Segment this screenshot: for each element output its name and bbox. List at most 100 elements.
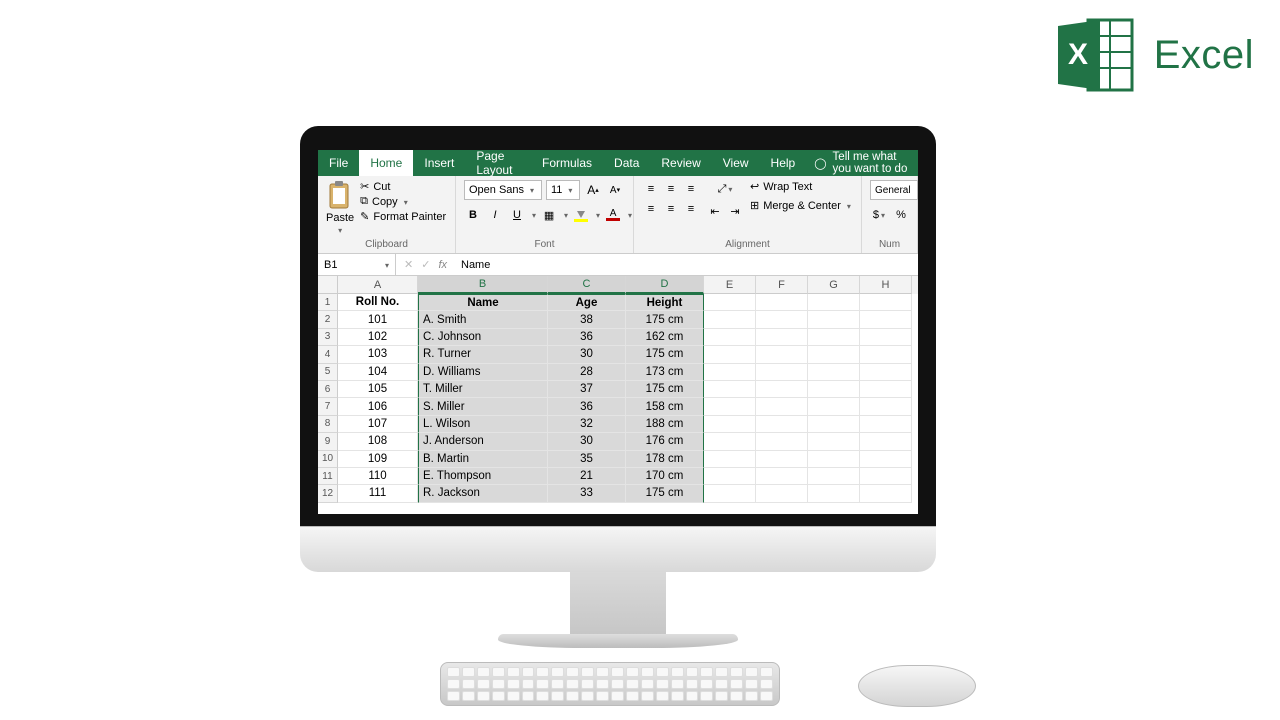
row-header[interactable]: 6 (318, 381, 338, 398)
formula-input[interactable]: Name (455, 259, 496, 271)
align-center-button[interactable]: ≡ (662, 200, 680, 218)
decrease-indent-button[interactable]: ⇤ (706, 202, 724, 220)
cell[interactable]: 102 (338, 329, 418, 346)
col-header-F[interactable]: F (756, 276, 808, 294)
cell[interactable]: 108 (338, 433, 418, 450)
cell[interactable] (756, 398, 808, 415)
cell[interactable]: Height (626, 294, 704, 311)
cell[interactable]: C. Johnson (418, 329, 548, 346)
cell[interactable]: R. Jackson (418, 485, 548, 502)
cell[interactable] (704, 468, 756, 485)
cell[interactable]: 38 (548, 311, 626, 328)
cell[interactable] (860, 398, 912, 415)
cell[interactable] (860, 433, 912, 450)
cell[interactable] (756, 451, 808, 468)
cell[interactable]: E. Thompson (418, 468, 548, 485)
cell[interactable] (756, 364, 808, 381)
cell[interactable] (860, 485, 912, 502)
row-headers[interactable]: 123456789101112 (318, 294, 338, 503)
row-header[interactable]: 9 (318, 433, 338, 450)
cell[interactable] (860, 346, 912, 363)
tab-formulas[interactable]: Formulas (531, 150, 603, 176)
cell[interactable]: 35 (548, 451, 626, 468)
row-header[interactable]: 1 (318, 294, 338, 311)
cell[interactable] (756, 294, 808, 311)
cell[interactable] (704, 416, 756, 433)
cell[interactable]: Name (418, 294, 548, 311)
cell[interactable]: 107 (338, 416, 418, 433)
fill-color-button[interactable] (572, 206, 590, 224)
cell[interactable]: 175 cm (626, 381, 704, 398)
cell[interactable]: D. Williams (418, 364, 548, 381)
tab-help[interactable]: Help (760, 150, 807, 176)
cell[interactable]: 188 cm (626, 416, 704, 433)
formula-cancel-icon[interactable]: ✕ (404, 258, 413, 271)
cell[interactable]: J. Anderson (418, 433, 548, 450)
row-header[interactable]: 7 (318, 398, 338, 415)
cell[interactable]: 101 (338, 311, 418, 328)
cell[interactable] (860, 329, 912, 346)
font-color-button[interactable]: A (604, 206, 622, 224)
cell[interactable] (808, 416, 860, 433)
tab-page-layout[interactable]: Page Layout (465, 150, 531, 176)
cell[interactable] (860, 381, 912, 398)
merge-center-button[interactable]: ⊞ Merge & Center (750, 199, 851, 212)
row-header[interactable]: 12 (318, 485, 338, 502)
wrap-text-button[interactable]: ↩ Wrap Text (750, 180, 851, 193)
cell[interactable] (704, 398, 756, 415)
cell[interactable] (860, 364, 912, 381)
name-box[interactable]: B1 (318, 254, 396, 275)
cell[interactable]: S. Miller (418, 398, 548, 415)
cell[interactable]: 178 cm (626, 451, 704, 468)
cell[interactable] (808, 433, 860, 450)
cell[interactable] (704, 381, 756, 398)
col-header-G[interactable]: G (808, 276, 860, 294)
cell[interactable]: Roll No. (338, 294, 418, 311)
cell[interactable]: 158 cm (626, 398, 704, 415)
row-header[interactable]: 11 (318, 468, 338, 485)
col-header-A[interactable]: A (338, 276, 418, 294)
accounting-format-button[interactable]: $ (870, 206, 888, 224)
cell[interactable]: 32 (548, 416, 626, 433)
font-name-combo[interactable]: Open Sans (464, 180, 542, 200)
cell[interactable]: T. Miller (418, 381, 548, 398)
align-bottom-button[interactable]: ≡ (682, 180, 700, 198)
bold-button[interactable]: B (464, 206, 482, 224)
cell[interactable] (808, 364, 860, 381)
align-top-button[interactable]: ≡ (642, 180, 660, 198)
row-header[interactable]: 3 (318, 329, 338, 346)
cell[interactable] (808, 398, 860, 415)
tab-data[interactable]: Data (603, 150, 650, 176)
borders-button[interactable]: ▦ (540, 206, 558, 224)
row-header[interactable]: 4 (318, 346, 338, 363)
cell[interactable]: R. Turner (418, 346, 548, 363)
cell[interactable]: Age (548, 294, 626, 311)
cell[interactable]: 110 (338, 468, 418, 485)
cell[interactable]: 33 (548, 485, 626, 502)
col-header-C[interactable]: C (548, 276, 626, 294)
row-header[interactable]: 2 (318, 311, 338, 328)
cell[interactable] (756, 329, 808, 346)
cell[interactable]: 111 (338, 485, 418, 502)
col-header-H[interactable]: H (860, 276, 912, 294)
tab-insert[interactable]: Insert (413, 150, 465, 176)
cell[interactable] (704, 433, 756, 450)
cell[interactable]: A. Smith (418, 311, 548, 328)
underline-button[interactable]: U (508, 206, 526, 224)
cell[interactable]: 104 (338, 364, 418, 381)
cell[interactable]: 37 (548, 381, 626, 398)
align-right-button[interactable]: ≡ (682, 200, 700, 218)
cell[interactable] (808, 468, 860, 485)
formula-enter-icon[interactable]: ✓ (421, 258, 430, 271)
fx-icon[interactable]: fx (438, 259, 447, 271)
tell-me-search[interactable]: Tell me what you want to do (814, 150, 918, 176)
cell[interactable] (756, 346, 808, 363)
col-header-E[interactable]: E (704, 276, 756, 294)
percent-format-button[interactable]: % (892, 206, 910, 224)
format-painter-button[interactable]: Format Painter (360, 210, 446, 223)
cell[interactable] (808, 381, 860, 398)
cell[interactable] (704, 329, 756, 346)
cell[interactable]: 36 (548, 329, 626, 346)
italic-button[interactable]: I (486, 206, 504, 224)
worksheet[interactable]: 123456789101112 A B C D E F G H Roll No.… (318, 276, 918, 514)
